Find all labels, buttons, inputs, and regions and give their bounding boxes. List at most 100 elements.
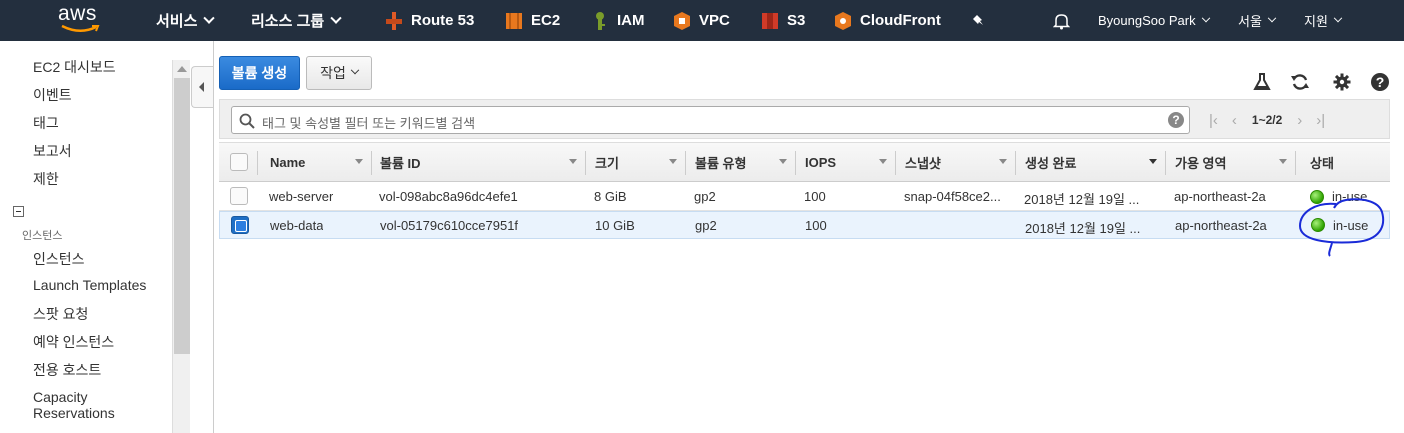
column-header-name[interactable]: Name: [270, 143, 371, 181]
region-menu[interactable]: 서울: [1238, 0, 1277, 41]
user-menu[interactable]: ByoungSoo Park: [1098, 0, 1210, 41]
actions-label: 작업: [320, 65, 346, 81]
cell-created: 2018년 12월 19일 ...: [1024, 192, 1140, 207]
sidebar-collapse-toggle[interactable]: [191, 66, 213, 108]
shortcut-label: EC2: [531, 12, 561, 29]
column-separator: [685, 151, 686, 175]
column-header-size[interactable]: 크기: [595, 143, 685, 181]
shortcut-s3[interactable]: S3: [761, 0, 805, 41]
sidebar-item-capacity-reservations[interactable]: Capacity Reservations: [33, 389, 153, 421]
table-header: Name 볼륨 ID 크기 볼륨 유형 IOPS 스냅샷 생성 완료 가용 영역…: [219, 142, 1390, 182]
select-all-checkbox[interactable]: [230, 153, 248, 171]
search-input[interactable]: 태그 및 속성별 필터 또는 키워드별 검색 ?: [231, 106, 1190, 134]
actions-button[interactable]: 작업: [306, 56, 372, 90]
resource-groups-menu[interactable]: 리소스 그룹: [251, 0, 342, 41]
status-green-dot-icon: [1310, 190, 1324, 204]
services-menu[interactable]: 서비스: [156, 0, 216, 41]
column-header-iops[interactable]: IOPS: [805, 143, 895, 181]
shortcut-ec2[interactable]: EC2: [505, 0, 560, 41]
cell-size: 10 GiB: [595, 218, 635, 233]
sidebar-item-limits[interactable]: 제한: [33, 169, 59, 189]
support-menu[interactable]: 지원: [1304, 0, 1343, 41]
bell-icon: [1053, 13, 1070, 29]
search-icon: [239, 113, 255, 129]
content-divider: [213, 41, 214, 433]
aws-logo-text: aws: [58, 2, 97, 25]
column-label: 볼륨 유형: [695, 155, 747, 171]
sidebar-item-events[interactable]: 이벤트: [33, 85, 72, 105]
cell-volume-id: vol-098abc8a96dc4efe1: [379, 189, 518, 204]
collapse-section-icon[interactable]: [13, 206, 24, 217]
scroll-up-arrow-icon[interactable]: [177, 66, 187, 72]
prev-page-icon[interactable]: ‹: [1232, 112, 1237, 129]
last-page-icon[interactable]: ›|: [1316, 112, 1325, 129]
sort-arrow-icon: [879, 159, 887, 164]
cell-snapshot: snap-04f58ce2...: [904, 189, 1001, 204]
sidebar-item-spot-requests[interactable]: 스팟 요청: [33, 304, 88, 324]
shortcut-label: CloudFront: [860, 12, 941, 29]
sidebar-item-launch-templates[interactable]: Launch Templates: [33, 277, 146, 293]
next-page-icon[interactable]: ›: [1297, 112, 1302, 129]
shortcut-vpc[interactable]: VPC: [673, 0, 730, 41]
s3-icon: [762, 12, 778, 29]
chevron-down-icon: [1333, 13, 1343, 22]
cell-availability-zone: ap-northeast-2a: [1174, 189, 1266, 204]
refresh-icon[interactable]: [1290, 72, 1310, 92]
region-label: 서울: [1238, 14, 1262, 29]
cell-type: gp2: [694, 189, 716, 204]
notifications-button[interactable]: [1053, 0, 1070, 41]
sidebar-scrollbar[interactable]: [172, 60, 190, 433]
page-range: 1~2/2: [1251, 113, 1283, 127]
column-label: 볼륨 ID: [380, 155, 421, 171]
cell-size: 8 GiB: [594, 189, 627, 204]
create-volume-button[interactable]: 볼륨 생성: [219, 56, 300, 90]
sidebar-item-reports[interactable]: 보고서: [33, 141, 72, 161]
sort-arrow-icon: [1149, 159, 1157, 164]
sidebar-section-instances: 인스턴스: [22, 230, 63, 242]
sidebar-item-tags[interactable]: 태그: [33, 113, 59, 133]
column-header-availability-zone[interactable]: 가용 영역: [1175, 143, 1295, 181]
column-header-snapshot[interactable]: 스냅샷: [905, 143, 1015, 181]
column-label: 크기: [595, 155, 619, 171]
sidebar-item-ec2-dashboard[interactable]: EC2 대시보드: [33, 57, 116, 77]
first-page-icon[interactable]: |‹: [1209, 112, 1218, 129]
help-icon[interactable]: ?: [1370, 72, 1390, 92]
iam-icon: [596, 11, 605, 30]
shortcut-iam[interactable]: IAM: [591, 0, 645, 41]
shortcut-cloudfront[interactable]: CloudFront: [834, 0, 941, 41]
sidebar-item-instances[interactable]: 인스턴스: [33, 249, 85, 269]
cell-iops: 100: [805, 218, 827, 233]
shortcut-route53[interactable]: Route 53: [385, 0, 474, 41]
top-navigation-bar: aws 서비스 리소스 그룹 Route 53 EC2 IAM VPC S3 C…: [0, 0, 1404, 41]
gear-icon[interactable]: [1332, 72, 1352, 92]
cell-iops: 100: [804, 189, 826, 204]
flask-icon[interactable]: [1252, 72, 1272, 92]
vpc-icon: [674, 11, 690, 30]
cell-state: in-use: [1332, 189, 1368, 204]
sidebar: EC2 대시보드 이벤트 태그 보고서 제한 인스턴스 인스턴스 Launch …: [0, 41, 172, 433]
scrollbar-thumb[interactable]: [174, 78, 190, 354]
search-help-icon[interactable]: ?: [1168, 112, 1184, 128]
column-separator: [1295, 151, 1296, 175]
sort-arrow-icon: [779, 159, 787, 164]
row-checkbox[interactable]: [230, 187, 248, 205]
column-header-volume-id[interactable]: 볼륨 ID: [380, 143, 585, 181]
sidebar-item-dedicated-hosts[interactable]: 전용 호스트: [33, 360, 101, 380]
column-label: Name: [270, 154, 306, 170]
column-separator: [795, 151, 796, 175]
column-header-created[interactable]: 생성 완료: [1025, 143, 1165, 181]
shortcut-label: S3: [787, 12, 806, 29]
row-checkbox[interactable]: [231, 216, 249, 234]
pagination: |‹ ‹ 1~2/2 › ›|: [1202, 111, 1332, 129]
status-green-dot-icon: [1311, 218, 1325, 232]
column-header-state[interactable]: 상태: [1310, 143, 1380, 181]
cell-state: in-use: [1333, 218, 1369, 233]
cloudfront-icon: [835, 11, 851, 30]
column-header-volume-type[interactable]: 볼륨 유형: [695, 143, 795, 181]
table-row[interactable]: web-server vol-098abc8a96dc4efe1 8 GiB g…: [219, 183, 1390, 211]
aws-logo[interactable]: aws: [58, 2, 104, 38]
pin-shortcuts-button[interactable]: [972, 0, 986, 41]
column-separator: [585, 151, 586, 175]
table-row[interactable]: web-data vol-05179c610cce7951f 10 GiB gp…: [219, 211, 1390, 239]
sidebar-item-reserved-instances[interactable]: 예약 인스턴스: [33, 332, 114, 352]
